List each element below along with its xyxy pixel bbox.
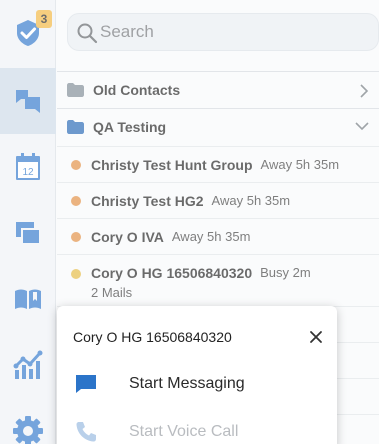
start-messaging-label: Start Messaging xyxy=(129,375,245,392)
chat-bubble-icon xyxy=(76,375,96,393)
close-icon[interactable] xyxy=(309,330,323,344)
start-voice-call-label: Start Voice Call xyxy=(129,423,239,440)
phone-icon xyxy=(76,422,96,442)
start-voice-call-button[interactable]: Start Voice Call xyxy=(57,412,337,444)
app-window: 3 12 Search Old Contacts QA Testing Chri… xyxy=(0,0,379,444)
contact-action-popup: Cory O HG 16506840320 Start Messaging St… xyxy=(57,306,337,444)
popup-title: Cory O HG 16506840320 xyxy=(73,329,232,345)
start-messaging-button[interactable]: Start Messaging xyxy=(57,364,337,404)
